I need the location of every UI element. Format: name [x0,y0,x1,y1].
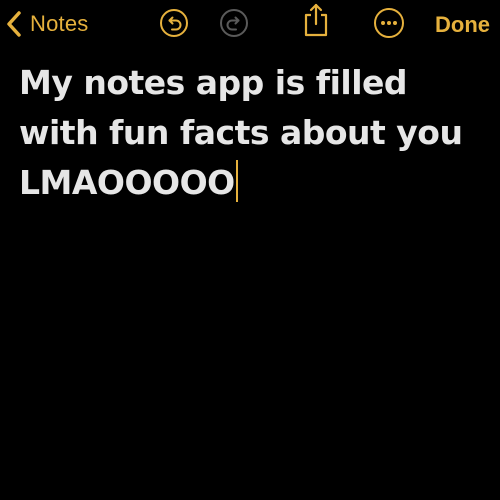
chevron-left-icon [2,10,26,38]
redo-icon [219,8,249,43]
text-cursor [235,160,238,202]
more-options-button[interactable] [372,7,406,44]
done-button[interactable]: Done [435,10,490,40]
redo-button[interactable] [217,8,251,42]
undo-button[interactable] [157,8,191,42]
top-navigation-bar: Notes Done [0,0,500,50]
share-button[interactable] [299,3,333,39]
note-text: My notes app is filled with fun facts ab… [19,63,474,202]
notes-editor-screen: Notes Done My notes app is filled with f… [0,0,500,500]
note-text-editor[interactable]: My notes app is filled with fun facts ab… [19,58,489,208]
back-button-label: Notes [30,11,89,36]
more-icon [373,7,405,44]
undo-icon [159,8,189,43]
share-icon [301,2,331,43]
back-to-notes-button[interactable]: Notes [2,8,88,40]
